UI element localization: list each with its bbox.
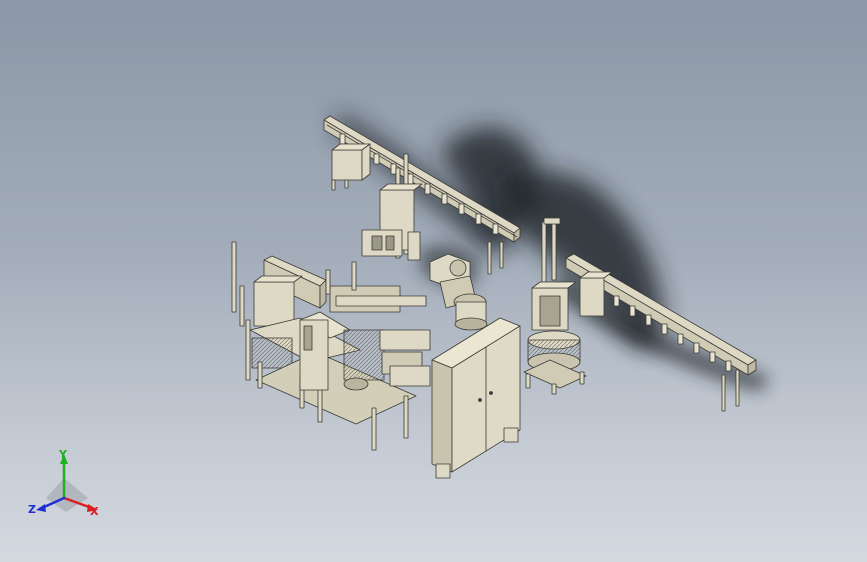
y-axis-label: Y (59, 448, 67, 461)
z-axis-label: Z (28, 503, 36, 516)
cad-viewport[interactable]: Y Z X (0, 0, 867, 562)
electrical-cabinet (431, 317, 521, 479)
main-machine-frame (231, 241, 431, 451)
coordinate-triad: Y Z X (26, 448, 106, 524)
x-axis-label: X (90, 505, 99, 518)
assembly-model[interactable] (0, 0, 867, 562)
